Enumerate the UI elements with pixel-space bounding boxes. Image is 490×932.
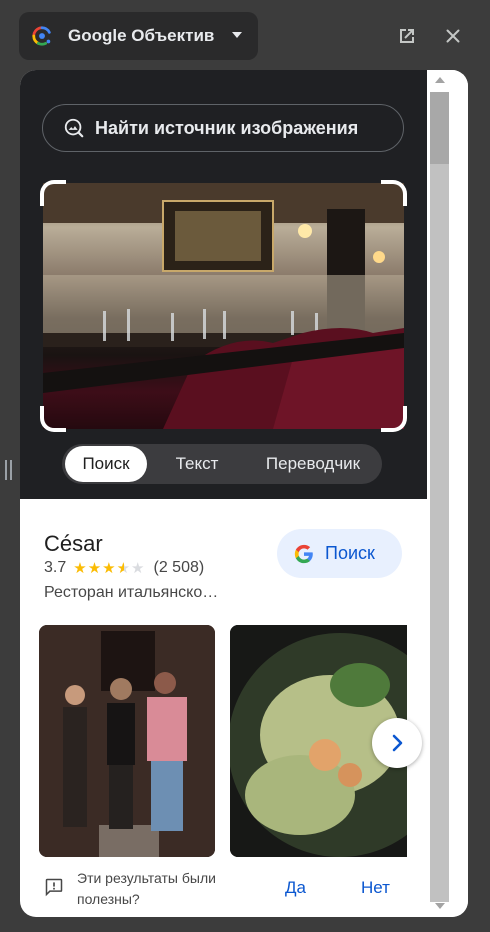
find-image-source-label: Найти источник изображения xyxy=(95,117,359,138)
review-count: (2 508) xyxy=(153,559,205,576)
chevron-down-icon[interactable] xyxy=(232,32,242,38)
lens-image-area: Найти источник изображения Поиск Текст П… xyxy=(20,70,427,499)
scroll-track[interactable] xyxy=(430,92,449,902)
open-in-new-icon[interactable] xyxy=(395,24,419,48)
next-results-button[interactable] xyxy=(372,718,422,768)
feedback-yes-button[interactable]: Да xyxy=(285,878,306,898)
lens-panel: Найти источник изображения Поиск Текст П… xyxy=(20,70,468,917)
rating-value: 3.7 xyxy=(44,559,67,576)
top-bar: Google Объектив xyxy=(0,0,490,72)
resize-handle[interactable] xyxy=(5,460,13,480)
result-photo-1[interactable] xyxy=(39,625,215,857)
app-switcher[interactable]: Google Объектив xyxy=(19,12,258,60)
chevron-right-icon xyxy=(392,734,403,752)
feedback-icon xyxy=(45,878,63,897)
scroll-thumb[interactable] xyxy=(430,92,449,164)
scroll-down-arrow[interactable] xyxy=(435,903,445,909)
google-g-icon xyxy=(294,544,313,563)
close-icon[interactable] xyxy=(441,24,465,48)
feedback-no-button[interactable]: Нет xyxy=(361,878,390,898)
rating-row: 3.7 ★★★★★ (2 508) xyxy=(44,559,204,577)
tab-text[interactable]: Текст xyxy=(160,444,234,484)
place-name[interactable]: César xyxy=(44,531,103,557)
mode-switcher: Поиск Текст Переводчик xyxy=(62,444,382,484)
feedback-question: Эти результаты были полезны? xyxy=(77,870,216,907)
restaurant-photo xyxy=(43,183,404,429)
crop-corner-top-left[interactable] xyxy=(40,180,66,206)
scroll-up-arrow[interactable] xyxy=(435,77,445,83)
crop-corner-bottom-left[interactable] xyxy=(40,406,66,432)
tab-translate[interactable]: Переводчик xyxy=(246,444,380,484)
google-lens-logo xyxy=(32,26,51,46)
google-search-button[interactable]: Поиск xyxy=(277,529,402,578)
image-search-icon xyxy=(64,118,84,138)
find-image-source-button[interactable]: Найти источник изображения xyxy=(42,104,404,152)
app-title: Google Объектив xyxy=(68,26,215,45)
scrollbar[interactable] xyxy=(427,70,468,917)
selected-image[interactable] xyxy=(40,180,407,432)
google-search-label: Поиск xyxy=(325,543,375,563)
tab-search[interactable]: Поиск xyxy=(65,446,147,482)
crop-corner-top-right[interactable] xyxy=(381,180,407,206)
place-category: Ресторан итальянско… xyxy=(44,584,219,601)
star-rating: ★★★★★ xyxy=(73,560,146,577)
